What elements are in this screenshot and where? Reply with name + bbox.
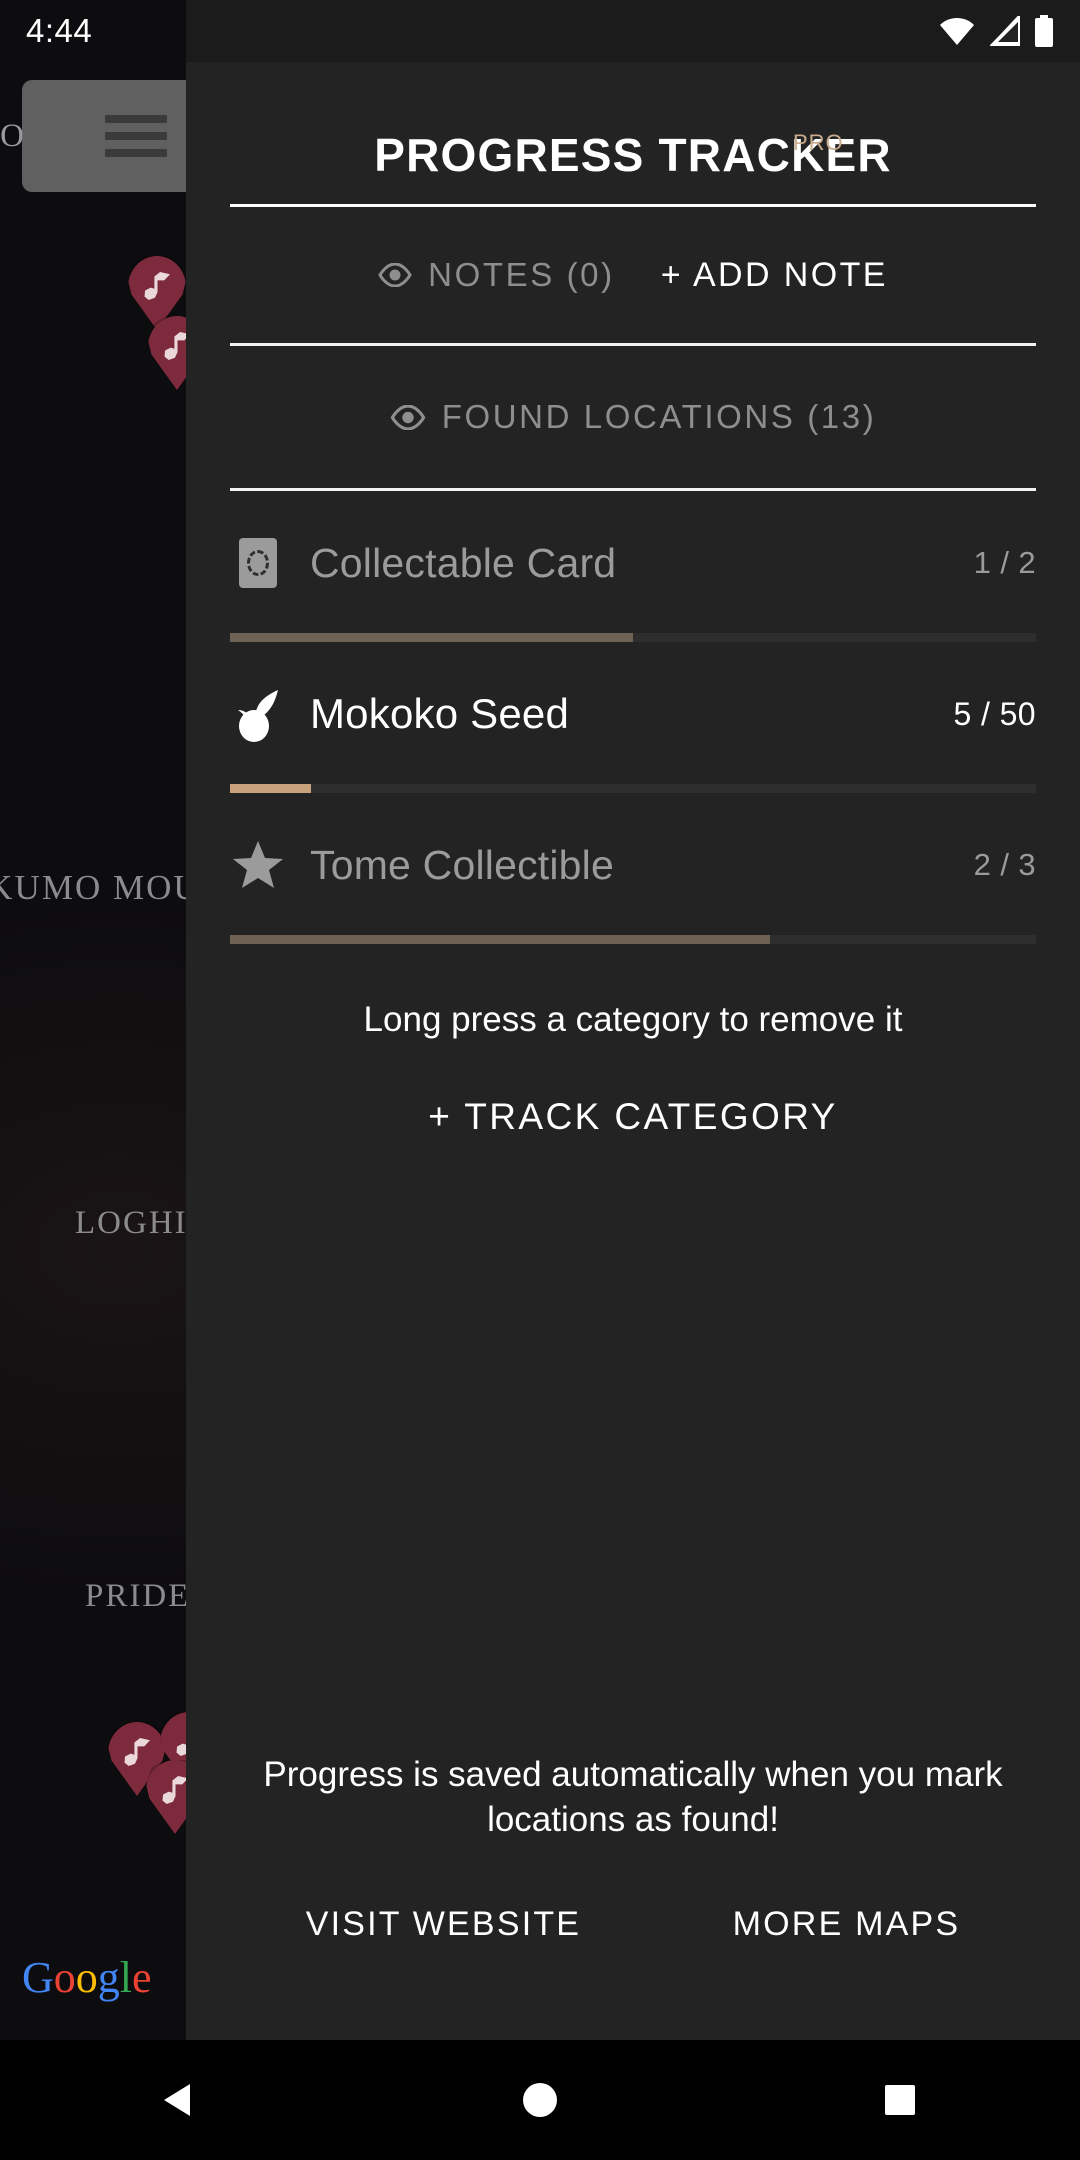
eye-icon <box>378 263 412 287</box>
map-label: LOGHI <box>75 1205 188 1241</box>
category-count: 5 / 50 <box>953 695 1036 732</box>
category-name: Collectable Card <box>310 539 617 586</box>
category-name: Mokoko Seed <box>310 690 570 737</box>
back-button[interactable] <box>120 2040 240 2160</box>
category-progress-bar <box>230 935 1036 944</box>
status-icons <box>938 15 1054 47</box>
tracked-categories-list: Collectable Card 1 / 2 Mokoko Seed 5 / 5… <box>230 491 1036 944</box>
track-category-button[interactable]: + TRACK CATEGORY <box>230 1096 1036 1138</box>
star-icon <box>230 837 286 893</box>
category-count: 2 / 3 <box>973 847 1036 882</box>
collectable-card-icon <box>230 535 286 591</box>
category-row[interactable]: Mokoko Seed 5 / 50 <box>230 642 1036 793</box>
found-locations-toggle[interactable]: FOUND LOCATIONS (13) <box>230 346 1036 488</box>
map-label: NKUMO MOU <box>0 868 201 907</box>
footer-links: VISIT WEBSITE MORE MAPS <box>230 1905 1036 1944</box>
pro-badge: PRO <box>793 130 844 155</box>
category-progress-bar <box>230 633 1036 642</box>
mokoko-seed-icon <box>230 686 286 742</box>
recents-square-icon <box>885 2085 915 2115</box>
notes-label: NOTES (0) <box>428 256 615 293</box>
wifi-icon <box>940 17 974 45</box>
cellular-signal-icon <box>989 16 1020 46</box>
notes-toggle[interactable]: NOTES (0) <box>378 256 615 294</box>
category-progress-bar <box>230 784 1036 793</box>
long-press-hint: Long press a category to remove it <box>363 1000 903 1039</box>
recents-button[interactable] <box>840 2040 960 2160</box>
home-circle-icon <box>523 2083 557 2117</box>
home-button[interactable] <box>480 2040 600 2160</box>
back-triangle-icon <box>164 2084 190 2116</box>
android-navigation-bar <box>0 2040 1080 2160</box>
eye-icon <box>390 404 426 430</box>
more-maps-link[interactable]: MORE MAPS <box>733 1905 961 1944</box>
status-time: 4:44 <box>26 12 93 49</box>
hamburger-menu-icon <box>105 106 167 166</box>
visit-website-link[interactable]: VISIT WEBSITE <box>306 1905 581 1944</box>
phone-screen: LO NKUMO MOU LOGHI PRIDEH Google PROGRES… <box>0 0 1080 2160</box>
notes-row: NOTES (0) + ADD NOTE <box>230 207 1036 343</box>
category-count: 1 / 2 <box>973 545 1036 580</box>
category-row[interactable]: Tome Collectible 2 / 3 <box>230 793 1036 944</box>
category-name: Tome Collectible <box>310 841 614 888</box>
panel-header: PROGRESS TRACKER PRO <box>230 128 1036 204</box>
auto-save-note: Progress is saved automatically when you… <box>263 1755 1003 1840</box>
panel-footer: Progress is saved automatically when you… <box>230 1753 1036 2040</box>
battery-icon <box>1035 15 1053 47</box>
progress-tracker-panel: PROGRESS TRACKER PRO NOTES (0) + ADD NOT… <box>186 0 1080 2040</box>
add-note-button[interactable]: + ADD NOTE <box>661 256 888 295</box>
status-bar: 4:44 <box>0 0 1080 62</box>
found-locations-label: FOUND LOCATIONS (13) <box>441 398 877 435</box>
category-row[interactable]: Collectable Card 1 / 2 <box>230 491 1036 642</box>
google-watermark: Google <box>22 1953 152 2002</box>
